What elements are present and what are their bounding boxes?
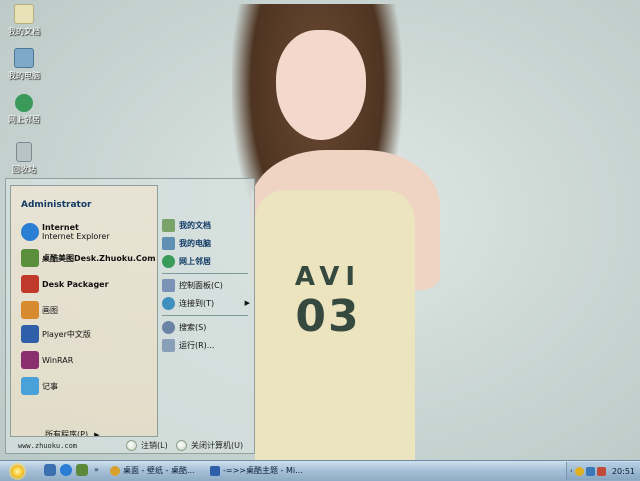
connect-icon: [162, 296, 175, 310]
program-title: Player中文版: [42, 329, 91, 339]
volume-icon[interactable]: [596, 466, 606, 476]
start-menu: Administrator Internet Internet Explorer …: [5, 178, 255, 454]
all-programs-label: 所有程序(P): [45, 430, 89, 437]
places-label: 连接到(T): [179, 298, 215, 308]
taskbar-item-browser[interactable]: 桌面 - 壁纸 - 桌酷...: [106, 463, 202, 478]
shutdown-label: 关闭计算机(U): [191, 441, 244, 450]
desktop-icon-label: 我的电脑: [8, 71, 40, 80]
ie-icon: [21, 223, 39, 241]
start-menu-user-name: Administrator: [21, 200, 92, 210]
arrow-right-icon: ▶: [244, 299, 250, 307]
shirt-print-line2: 03: [295, 291, 361, 342]
desktop-icon-my-computer[interactable]: 我的电脑: [2, 48, 46, 81]
quicklaunch-expand-icon[interactable]: »: [94, 465, 99, 474]
desktop-icon-label: 回收站: [12, 165, 36, 174]
program-item-winrar[interactable]: WinRAR: [21, 350, 73, 370]
places-control-panel[interactable]: 控制面板(C): [162, 277, 250, 293]
taskbar-item-label: 桌面 - 壁纸 - 桌酷...: [123, 466, 195, 475]
show-desktop-icon[interactable]: [44, 464, 56, 476]
all-programs-button[interactable]: 所有程序(P) ▶: [45, 429, 99, 437]
my-documents-icon: [162, 218, 175, 232]
desktop-icon-network-places[interactable]: 网上邻居: [2, 94, 46, 125]
wallpaper-shirt-print: AVI 03: [268, 262, 388, 352]
ie-icon[interactable]: [60, 464, 72, 476]
places-search[interactable]: 搜索(S): [162, 319, 250, 335]
my-documents-icon: [14, 4, 34, 24]
tray-expand-icon[interactable]: ‹: [570, 467, 573, 475]
program-item-paint[interactable]: 画图: [21, 300, 58, 320]
start-button[interactable]: [2, 462, 32, 480]
places-run[interactable]: 运行(R)...: [162, 337, 250, 353]
shutdown-icon: [176, 440, 187, 451]
start-sun-icon: [10, 464, 24, 478]
program-item-packager[interactable]: Desk Packager: [21, 274, 109, 294]
media-icon[interactable]: [76, 464, 88, 476]
program-item-player[interactable]: Player中文版: [21, 324, 91, 344]
menu-separator: [162, 273, 248, 274]
recycle-bin-icon: [16, 142, 32, 162]
logoff-label: 注销(L): [141, 441, 168, 450]
program-title: 记事: [42, 381, 58, 391]
desktop-icon-recycle-bin[interactable]: 回收站: [2, 142, 46, 175]
document-icon: [210, 465, 220, 476]
places-network[interactable]: 网上邻居: [162, 253, 250, 269]
network-places-icon: [162, 254, 175, 268]
program-item-zhuoku[interactable]: 桌酷美图Desk.Zhuoku.Com: [21, 248, 156, 268]
search-icon: [162, 320, 175, 334]
program-title: WinRAR: [42, 355, 74, 365]
program-title: 桌酷美图Desk.Zhuoku.Com: [42, 253, 156, 263]
desktop-icon-my-documents[interactable]: 我的文档: [2, 4, 46, 37]
notepad-icon: [21, 377, 39, 395]
my-computer-icon: [162, 236, 175, 250]
taskbar-item-document[interactable]: -=>>桌酷主题 - Mi...: [206, 463, 302, 478]
program-title: Desk Packager: [42, 279, 109, 289]
places-my-documents[interactable]: 我的文档: [162, 217, 250, 233]
menu-separator: [162, 315, 248, 316]
program-title: 画图: [42, 305, 58, 315]
control-panel-icon: [162, 278, 175, 292]
program-title: Internet: [42, 223, 79, 232]
run-icon: [162, 338, 175, 352]
winrar-icon: [21, 351, 39, 369]
packager-icon: [21, 275, 39, 293]
network-tray-icon[interactable]: [585, 466, 595, 476]
places-label: 我的电脑: [179, 238, 211, 248]
footer-url: www.zhuoku.com: [18, 442, 78, 450]
browser-icon: [110, 465, 120, 476]
places-label: 搜索(S): [179, 322, 207, 332]
logoff-icon: [126, 440, 137, 451]
program-item-notepad[interactable]: 记事: [21, 376, 58, 396]
zhuoku-icon: [21, 249, 39, 267]
start-menu-footer: www.zhuoku.com 注销(L) 关闭计算机(U): [6, 437, 254, 455]
taskbar: » 桌面 - 壁纸 - 桌酷... -=>>桌酷主题 - Mi... ‹ 20:…: [0, 460, 640, 481]
program-subtitle: Internet Explorer: [42, 232, 110, 241]
places-label: 运行(R)...: [179, 340, 215, 350]
wallpaper-face: [276, 30, 366, 140]
places-label: 控制面板(C): [179, 280, 223, 290]
qq-icon[interactable]: [574, 466, 584, 476]
paint-icon: [21, 301, 39, 319]
shutdown-button[interactable]: 关闭计算机(U): [176, 440, 243, 451]
clock[interactable]: 20:51: [612, 467, 635, 476]
places-label: 我的文档: [179, 220, 211, 230]
network-places-icon: [15, 94, 33, 112]
logoff-button[interactable]: 注销(L): [126, 440, 168, 451]
taskbar-item-label: -=>>桌酷主题 - Mi...: [223, 466, 302, 475]
desktop-icon-label: 我的文档: [8, 27, 40, 36]
shirt-print-line1: AVI: [294, 262, 362, 292]
places-label: 网上邻居: [179, 256, 211, 266]
desktop-icon-label: 网上邻居: [8, 115, 40, 124]
system-tray: ‹ 20:51: [566, 462, 640, 480]
my-computer-icon: [14, 48, 34, 68]
program-item-internet[interactable]: Internet Internet Explorer: [21, 222, 110, 242]
places-connect-to[interactable]: 连接到(T) ▶: [162, 295, 250, 311]
start-menu-programs-panel: Administrator Internet Internet Explorer …: [10, 185, 158, 437]
player-icon: [21, 325, 39, 343]
places-my-computer[interactable]: 我的电脑: [162, 235, 250, 251]
